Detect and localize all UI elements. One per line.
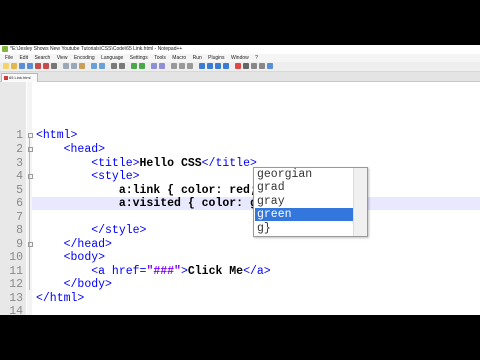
show-all-chars-icon[interactable]: [179, 63, 185, 69]
menu-help[interactable]: ?: [255, 54, 258, 62]
menu-run[interactable]: Run: [193, 54, 202, 62]
save-all-icon[interactable]: [27, 63, 33, 69]
close-all-icon[interactable]: [43, 63, 49, 69]
autocomplete-item[interactable]: g}: [255, 222, 354, 235]
menu-language[interactable]: Language: [101, 54, 123, 62]
fold-guide: [29, 138, 30, 290]
code-line: </body>: [63, 278, 112, 291]
function-list-icon[interactable]: [215, 63, 221, 69]
fold-toggle-icon[interactable]: [28, 174, 33, 179]
line-number: 9: [16, 238, 23, 251]
menu-window[interactable]: Window: [231, 54, 249, 62]
window-title: *E:\Jesley Shows New Youtube Tutorials\C…: [10, 46, 183, 52]
line-number: 4: [16, 170, 23, 183]
tab-bar: 65 Link.html: [0, 72, 480, 82]
menu-view[interactable]: View: [57, 54, 68, 62]
tab-65-link[interactable]: 65 Link.html: [1, 73, 38, 82]
autocomplete-item[interactable]: grad: [255, 181, 354, 194]
folder-workspace-icon[interactable]: [223, 63, 229, 69]
new-file-icon[interactable]: [3, 63, 9, 69]
menu-encoding[interactable]: Encoding: [74, 54, 95, 62]
autocomplete-item[interactable]: gray: [255, 195, 354, 208]
zoom-in-icon[interactable]: [131, 63, 137, 69]
code-line: </style>: [91, 224, 147, 237]
toolbar: [0, 62, 480, 72]
line-number: 5: [16, 184, 23, 197]
autocomplete-popup: georgian grad gray green g}: [253, 167, 368, 237]
code-line: <style>: [91, 170, 140, 183]
record-macro-icon[interactable]: [235, 63, 241, 69]
indent-guide-icon[interactable]: [187, 63, 193, 69]
line-number: 1: [16, 129, 23, 142]
wrap-icon[interactable]: [171, 63, 177, 69]
cut-icon[interactable]: [63, 63, 69, 69]
autocomplete-item[interactable]: georgian: [255, 168, 354, 181]
doc-map-icon[interactable]: [207, 63, 213, 69]
line-number: 6: [16, 197, 23, 210]
stop-macro-icon[interactable]: [243, 63, 249, 69]
code-line: <title>Hello CSS</title>: [91, 157, 257, 170]
code-line: <body>: [63, 251, 106, 264]
code-line: <head>: [63, 143, 106, 156]
code-line: <html>: [36, 129, 78, 142]
line-number: 13: [9, 292, 23, 305]
code-line: a:link { color: red;}: [118, 184, 264, 197]
sync-v-icon[interactable]: [151, 63, 157, 69]
copy-icon[interactable]: [71, 63, 77, 69]
menu-plugins[interactable]: Plugins: [208, 54, 224, 62]
zoom-out-icon[interactable]: [139, 63, 145, 69]
line-number: 14: [9, 305, 23, 315]
run-macro-multiple-icon[interactable]: [259, 63, 265, 69]
notepadpp-logo-icon: [2, 46, 8, 52]
line-number: 8: [16, 224, 23, 237]
code-editor[interactable]: 1 2 3 4 5 6 7 8 9 10 11 12 13 14 <html> …: [0, 82, 480, 315]
notepadpp-window: *E:\Jesley Shows New Youtube Tutorials\C…: [0, 45, 480, 315]
find-icon[interactable]: [111, 63, 117, 69]
play-macro-icon[interactable]: [251, 63, 257, 69]
menu-file[interactable]: File: [5, 54, 13, 62]
modified-file-icon: [4, 75, 8, 80]
save-macro-icon[interactable]: [267, 63, 273, 69]
undo-icon[interactable]: [91, 63, 97, 69]
line-number: 10: [9, 251, 23, 264]
line-number: 11: [9, 265, 23, 278]
sync-h-icon[interactable]: [159, 63, 165, 69]
print-icon[interactable]: [51, 63, 57, 69]
replace-icon[interactable]: [119, 63, 125, 69]
tab-label: 65 Link.html: [9, 75, 31, 80]
fold-toggle-icon[interactable]: [28, 242, 33, 247]
autocomplete-scrollbar[interactable]: [353, 168, 367, 236]
fold-toggle-icon[interactable]: [28, 147, 33, 152]
line-number: 7: [16, 211, 23, 224]
title-bar: *E:\Jesley Shows New Youtube Tutorials\C…: [0, 45, 480, 54]
redo-icon[interactable]: [99, 63, 105, 69]
open-file-icon[interactable]: [11, 63, 17, 69]
menu-macro[interactable]: Macro: [172, 54, 186, 62]
close-icon[interactable]: [35, 63, 41, 69]
menu-bar: File Edit Search View Encoding Language …: [0, 54, 480, 62]
paste-icon[interactable]: [79, 63, 85, 69]
line-number: 2: [16, 143, 23, 156]
menu-tools[interactable]: Tools: [154, 54, 166, 62]
line-number: 3: [16, 157, 23, 170]
line-number: 12: [9, 278, 23, 291]
menu-settings[interactable]: Settings: [130, 54, 148, 62]
autocomplete-item-selected[interactable]: green: [255, 208, 354, 221]
code-line: </head>: [63, 238, 112, 251]
menu-search[interactable]: Search: [34, 54, 50, 62]
code-line: <a href="###">Click Me</a>: [91, 265, 271, 278]
save-icon[interactable]: [19, 63, 25, 69]
lang-icon[interactable]: [199, 63, 205, 69]
code-line: </html>: [36, 292, 85, 305]
menu-edit[interactable]: Edit: [19, 54, 28, 62]
